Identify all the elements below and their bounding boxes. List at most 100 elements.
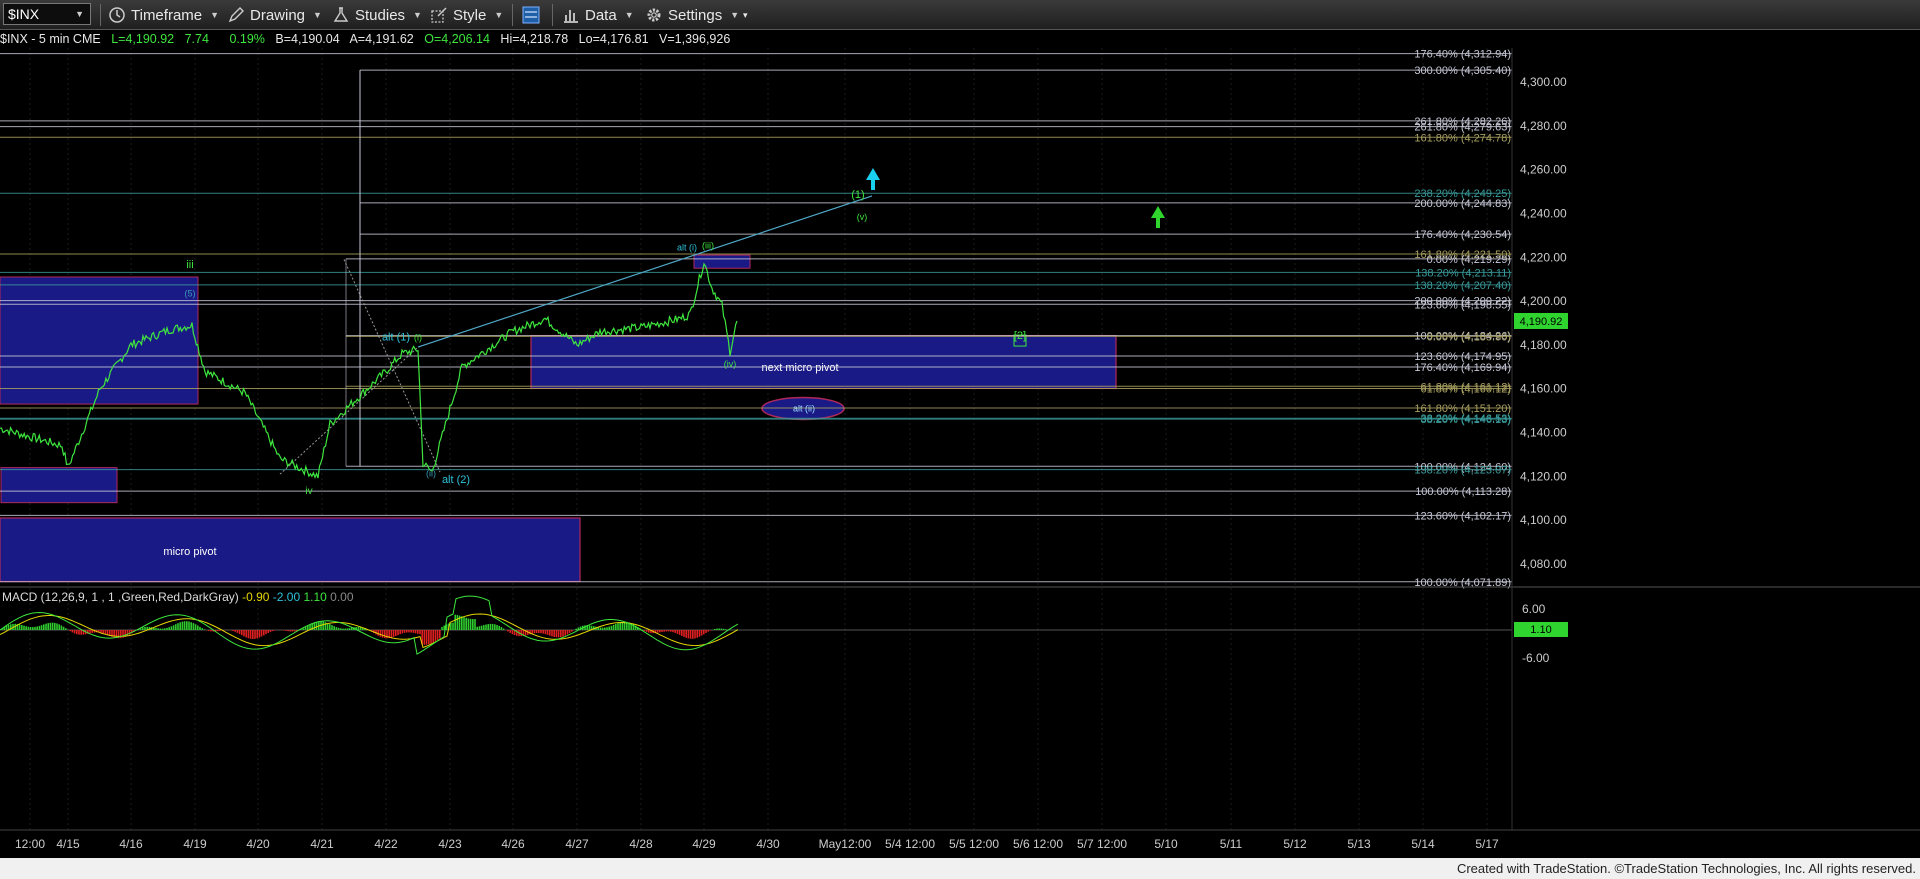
price-axis-tick: 4,200.00 [1520,294,1567,308]
drawing-menu[interactable]: Drawing ▼ [227,0,322,30]
wave-label: alt (1) [382,332,410,344]
time-axis-tick: 4/21 [310,837,334,851]
separator [512,4,513,26]
wave-label: (v) [857,212,868,222]
price-chart[interactable]: next micro pivot micro pivot 176.40% (4,3… [0,48,1920,858]
symbol-value: $INX [8,6,40,22]
time-axis-tick: 4/29 [692,837,716,851]
settings-label: Settings [668,6,723,24]
pivot-box [693,254,751,269]
drawing-label: Drawing [250,6,306,24]
fib-label: 161.80% (4,274.78) [1414,132,1511,144]
macd-signal-line [0,613,739,649]
macd-value: MACD (12,26,9, 1 , 1 ,Green,Red,DarkGray… [2,590,239,604]
time-axis-tick: 4/27 [565,837,589,851]
wave-label: (1) [851,189,864,201]
price-axis-tick: 4,240.00 [1520,206,1567,220]
price-axis-tick: 4,220.00 [1520,250,1567,264]
fib-label: 176.40% (4,169.94) [1414,362,1511,374]
macd-value: -0.90 [239,590,270,604]
more-caret-icon[interactable]: ▾ [743,0,748,30]
low-price: Lo=4,176.81 [578,32,649,46]
wave-label: alt (ii) [793,404,815,414]
fib-label: 38.20% (4,146.13) [1420,414,1511,426]
time-axis-tick: 4/23 [438,837,462,851]
layout-button[interactable] [521,0,546,30]
caret-down-icon: ▼ [413,10,422,20]
high-price: Hi=4,218.78 [500,32,569,46]
micro-pivot-box [0,517,581,583]
price-axis-tick: 4,160.00 [1520,382,1567,396]
style-menu[interactable]: Style ▼ [430,0,503,30]
price-axis-tick: 4,300.00 [1520,75,1567,89]
style-icon [431,7,447,23]
caret-down-icon: ▼ [494,10,504,20]
macd-panel: MACD (12,26,9, 1 , 1 ,Green,Red,DarkGray… [0,586,1920,655]
time-axis-tick: 4/15 [56,837,80,851]
time-axis-tick: 4/30 [756,837,780,851]
micro-pivot-label: micro pivot [163,546,216,558]
caret-down-icon: ▼ [210,10,220,20]
settings-menu[interactable]: Settings ▼ [645,0,739,30]
fib-label: 100.00% (4,113.28) [1415,486,1511,498]
time-axis-tick: 5/6 12:00 [1013,837,1063,851]
symbol-label: $INX - 5 min CME [0,32,101,46]
bar-chart-icon [564,10,578,23]
data-menu[interactable]: Data ▼ [562,0,634,30]
price-axis-tick: 4,140.00 [1520,426,1567,440]
time-axis-tick: 4/26 [501,837,525,851]
macd-value: 0.00 [327,590,354,604]
studies-menu[interactable]: Studies ▼ [332,0,422,30]
time-axis-tick: 12:00 [15,837,45,851]
bid-price: B=4,190.04 [275,32,340,46]
chevron-down-icon[interactable]: ▼ [75,4,84,24]
window-layout-icon [522,6,540,24]
net-change: 7.74 [184,32,209,46]
wave-label: iv [305,486,312,497]
time-axis-tick: 4/22 [374,837,398,851]
time-axis-tick: 4/16 [119,837,143,851]
chart-grid [29,48,1488,830]
price-axis-tick: 4,280.00 [1520,119,1567,133]
fib-label: 61.80% (4,160.12) [1420,383,1511,395]
flask-icon [333,7,349,22]
clock-icon [109,7,125,23]
wave-label: (i) [414,333,422,343]
fib-label: 123.60% (4,198.55) [1414,299,1511,311]
symbol-input[interactable]: $INX ▼ [3,3,91,25]
macd-value: 1.10 [300,590,327,604]
price-axis-tick: 4,260.00 [1520,163,1567,177]
style-label: Style [453,6,487,24]
pct-change: 0.19% [229,32,265,46]
price-axis-tick: 4,080.00 [1520,557,1567,571]
wave-label: (iv) [724,359,737,369]
arrow-up-icon [866,168,880,190]
caret-down-icon: ▼ [730,10,740,20]
data-label: Data [585,6,617,24]
arrow-up-icon [1151,206,1165,228]
fib-label: 176.40% (4,230.54) [1414,229,1511,241]
price-axis-tick: 4,120.00 [1520,469,1567,483]
time-axis-tick: 5/5 12:00 [949,837,999,851]
time-axis-tick: 5/4 12:00 [885,837,935,851]
caret-down-icon: ▼ [313,10,322,20]
time-axis-tick: 4/28 [629,837,653,851]
copyright-text: Created with TradeStation. ©TradeStation… [1456,861,1916,876]
fib-levels: 176.40% (4,312.94)300.00% (4,305.40)261.… [0,49,1512,589]
time-axis-tick: 4/19 [183,837,207,851]
wave-label: (5) [185,289,196,299]
toolbar: $INX ▼ Timeframe ▼ Drawing ▼ Studies ▼ Style… [0,0,1920,30]
fib-label: 300.00% (4,305.40) [1414,65,1511,77]
time-axis-tick: 5/7 12:00 [1077,837,1127,851]
macd-value: -2.00 [269,590,300,604]
macd-axis-tick: 6.00 [1522,602,1546,616]
wave-label: alt (i) [677,243,697,253]
fib-label: 0.00% (4,183.90) [1427,331,1511,343]
time-axis-tick: 5/14 [1411,837,1435,851]
timeframe-menu[interactable]: Timeframe ▼ [108,0,219,30]
pencil-icon [228,7,244,23]
trend-lines [279,168,1165,475]
dotted-trend-line [343,259,441,473]
ask-price: A=4,191.62 [349,32,414,46]
fib-label: 0.00% (4,219.29) [1427,254,1511,266]
